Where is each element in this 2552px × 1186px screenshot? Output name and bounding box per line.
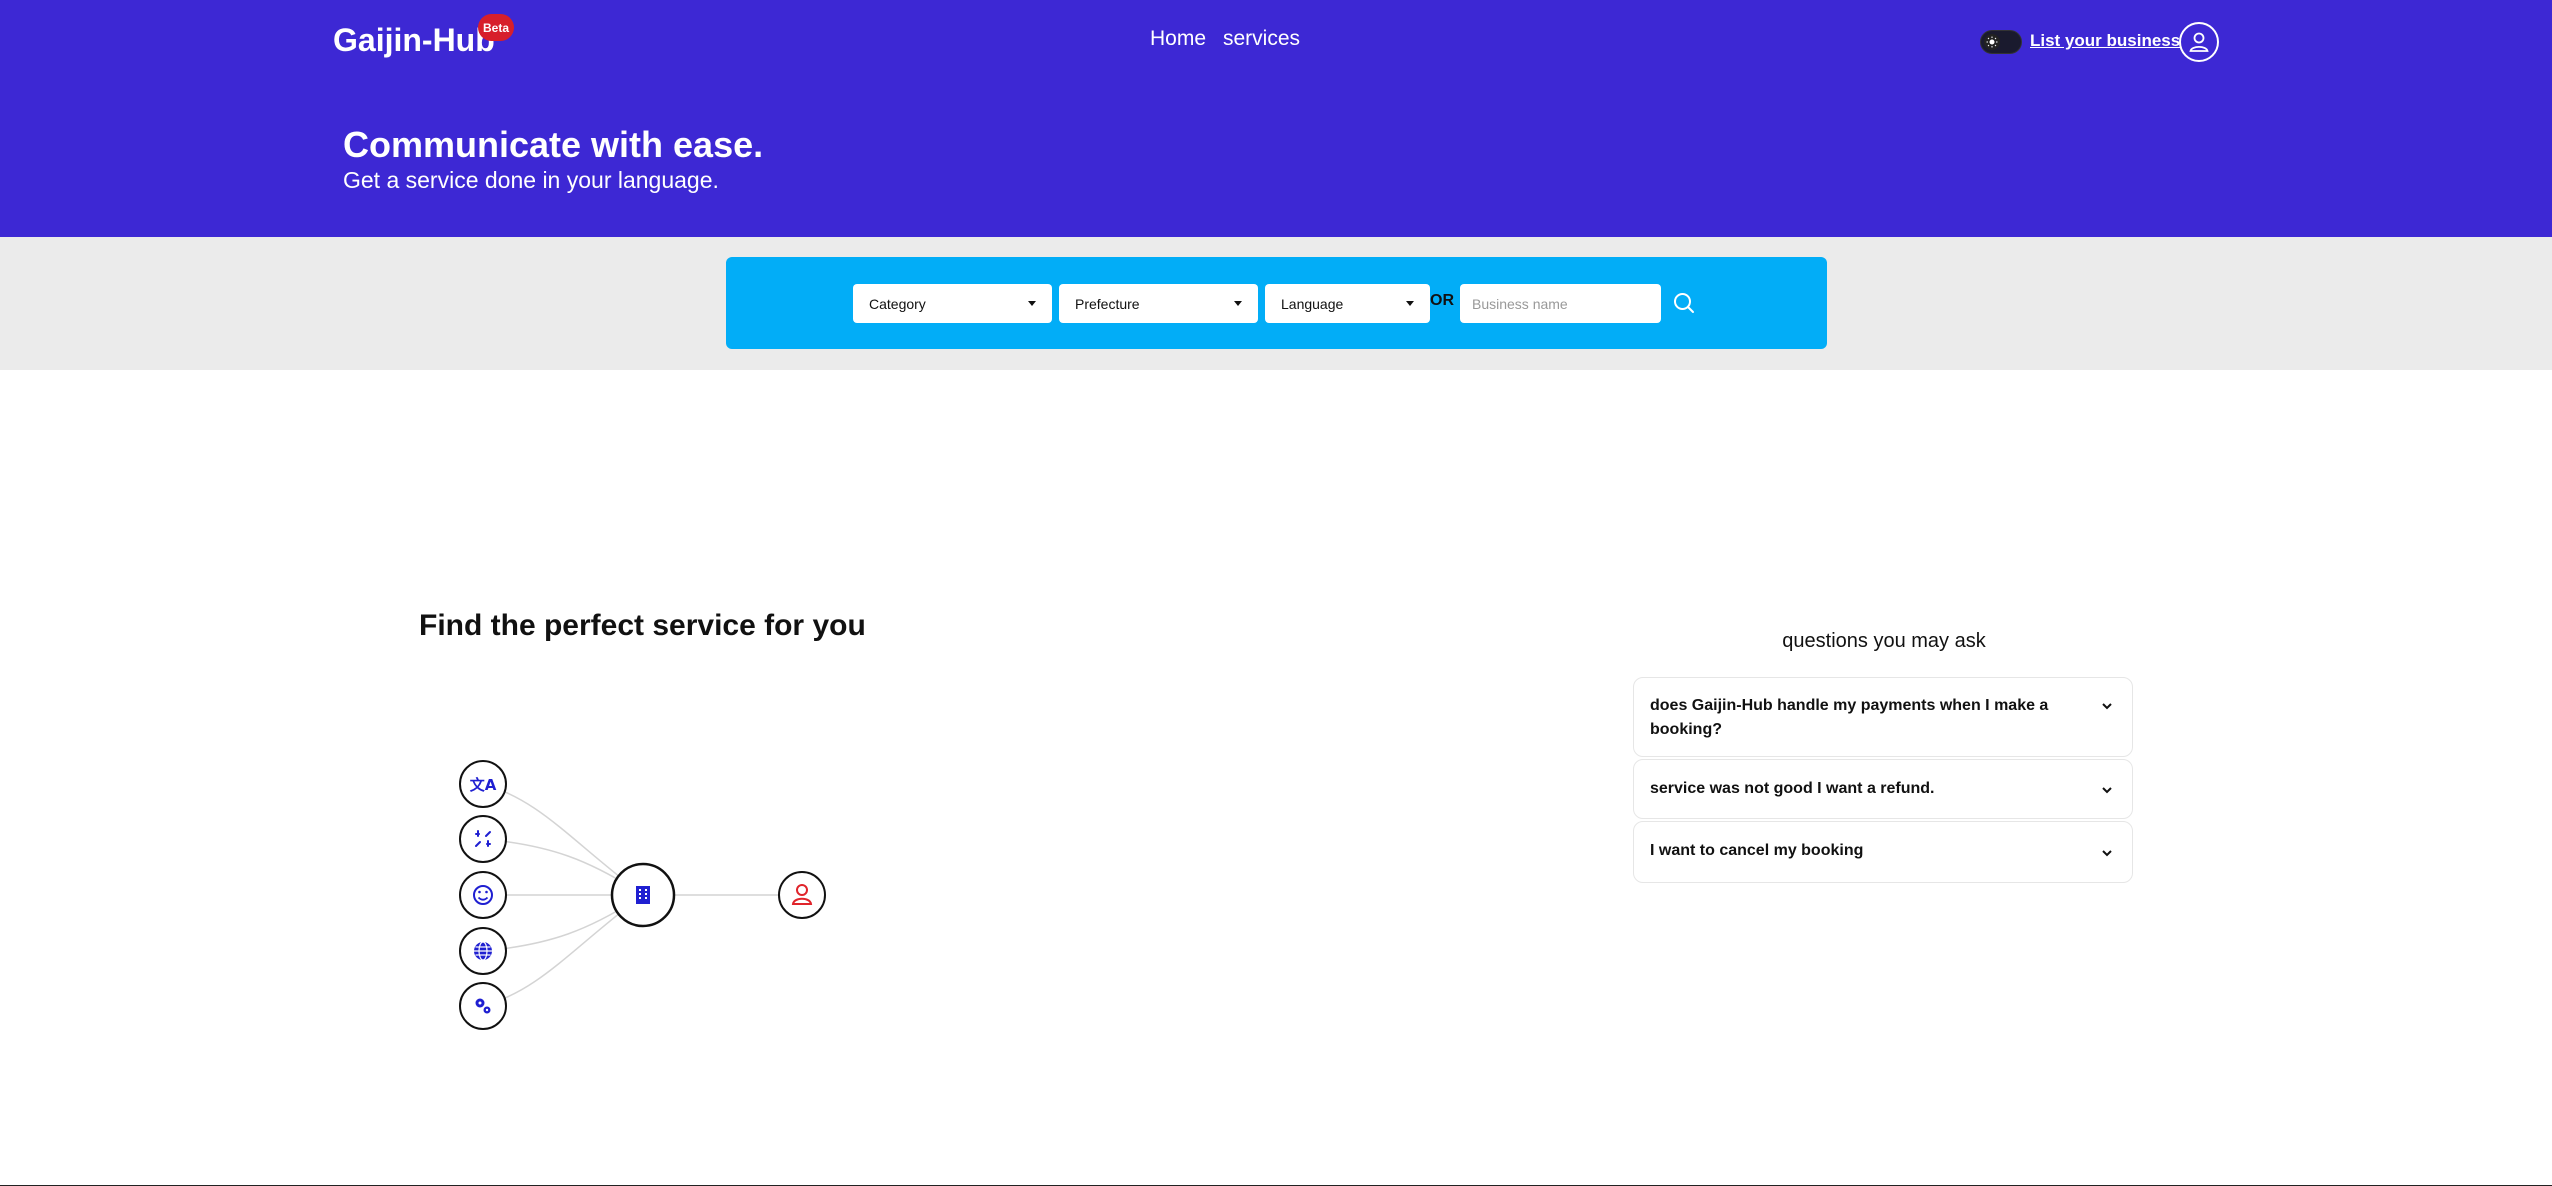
building-icon <box>610 862 676 928</box>
theme-toggle[interactable] <box>1980 30 2022 54</box>
service-diagram: 文A <box>459 760 826 1030</box>
section-title: Find the perfect service for you <box>419 609 866 642</box>
translate-icon: 文A <box>459 760 507 808</box>
search-button[interactable] <box>1671 290 1697 316</box>
broken-link-icon <box>459 815 507 863</box>
logo[interactable]: Gaijin-Hub <box>333 22 495 59</box>
user-icon <box>2189 32 2209 52</box>
smile-icon <box>459 871 507 919</box>
nav-home-link[interactable]: Home <box>1150 27 1206 51</box>
or-label: OR <box>1430 292 1454 309</box>
search-icon <box>1674 293 1694 313</box>
nav-services-link[interactable]: services <box>1223 27 1300 51</box>
faq-question: I want to cancel my booking <box>1650 842 1864 859</box>
sun-icon <box>1984 34 2000 50</box>
language-select[interactable]: Language <box>1265 284 1430 323</box>
language-select-label: Language <box>1281 295 1344 312</box>
svg-text:文A: 文A <box>470 776 497 794</box>
chevron-down-icon <box>2102 850 2112 857</box>
faq-question: does Gaijin-Hub handle my payments when … <box>1650 697 2049 738</box>
faq-item[interactable]: I want to cancel my booking <box>1633 821 2133 883</box>
faq-item[interactable]: does Gaijin-Hub handle my payments when … <box>1633 677 2133 757</box>
faq-question: service was not good I want a refund. <box>1650 780 1935 797</box>
prefecture-select[interactable]: Prefecture <box>1059 284 1258 323</box>
beta-badge: Beta <box>478 14 514 41</box>
caret-down-icon <box>1028 301 1036 306</box>
hero-subtitle: Get a service done in your language. <box>343 167 719 193</box>
faq-title: questions you may ask <box>1782 630 1986 652</box>
faq-item[interactable]: service was not good I want a refund. <box>1633 759 2133 819</box>
list-your-business-link[interactable]: List your business <box>2030 31 2180 51</box>
account-button[interactable] <box>2179 22 2219 62</box>
category-select[interactable]: Category <box>853 284 1052 323</box>
gears-icon <box>459 982 507 1030</box>
caret-down-icon <box>1234 301 1242 306</box>
chevron-down-icon <box>2102 703 2112 710</box>
category-select-label: Category <box>869 295 926 312</box>
globe-icon <box>459 927 507 975</box>
chevron-down-icon <box>2102 787 2112 794</box>
caret-down-icon <box>1406 301 1414 306</box>
prefecture-select-label: Prefecture <box>1075 295 1140 312</box>
user-icon <box>778 871 826 919</box>
hero-title: Communicate with ease. <box>343 124 764 165</box>
business-name-input[interactable] <box>1460 284 1661 323</box>
